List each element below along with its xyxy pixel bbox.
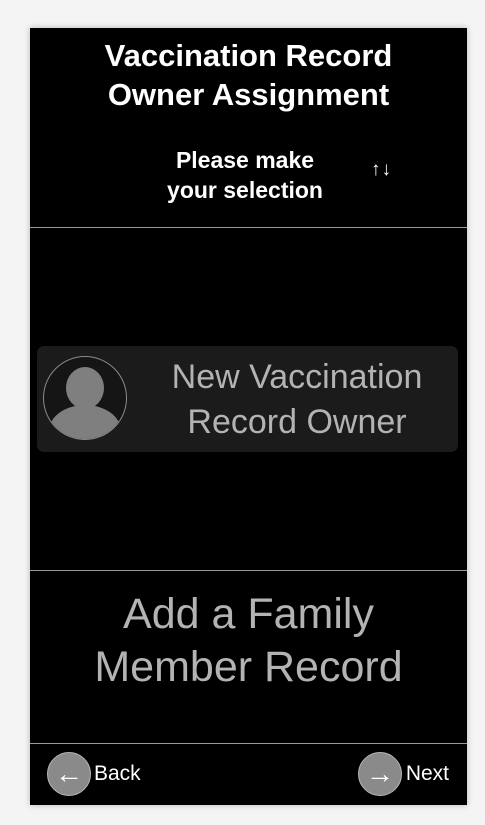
back-label: Back [94,762,141,785]
page-title-line2: Owner Assignment [107,77,390,112]
owner-section: New Vaccination Record Owner [30,228,467,571]
add-family-member-option[interactable]: Add a Family Member Record [30,571,467,744]
avatar-head [66,367,104,409]
add-family-member-label: Add a Family Member Record [30,588,467,694]
header: Vaccination Record Owner Assignment Plea… [30,28,467,228]
selection-prompt-line2: your selection [167,177,323,203]
family-label-line2: Member Record [94,643,403,691]
next-label: Next [405,762,449,785]
person-avatar-icon [43,356,127,440]
sort-arrows-icon[interactable]: ↑↓ [371,159,392,181]
page-title: Vaccination Record Owner Assignment [30,36,467,114]
next-arrow-icon: → [357,752,402,796]
avatar-shoulders [49,405,121,439]
back-arrow-icon: ← [47,752,91,796]
next-button[interactable]: → Next [357,751,449,797]
selection-prompt: Please make your selection [140,145,350,205]
footer-nav: ← Back → Next [30,744,467,805]
owner-label-line2: Record Owner [187,403,407,441]
new-record-owner-option[interactable]: New Vaccination Record Owner [37,346,458,452]
back-button[interactable]: ← Back [47,751,141,797]
page-title-line1: Vaccination Record [104,38,393,73]
app-screen: Vaccination Record Owner Assignment Plea… [30,28,467,805]
selection-prompt-line1: Please make [175,147,315,173]
owner-label-line1: New Vaccination [171,358,423,396]
new-record-owner-label: New Vaccination Record Owner [137,355,457,445]
family-label-line1: Add a Family [123,590,374,638]
